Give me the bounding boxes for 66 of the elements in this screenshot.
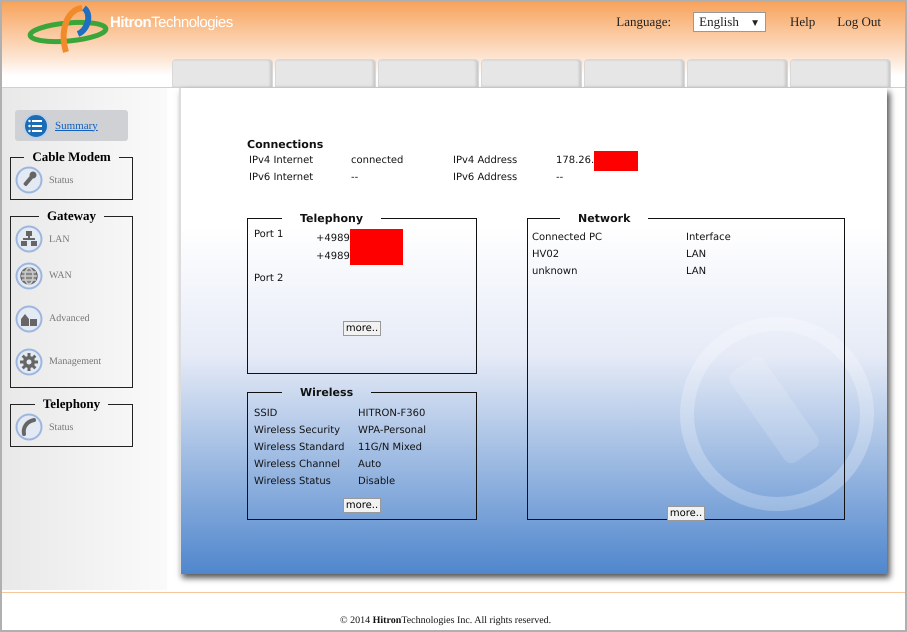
more-button[interactable]: more..: [342, 498, 382, 513]
field-label: Wireless Security: [254, 425, 342, 436]
language-label: Language:: [616, 14, 672, 30]
summary-item[interactable]: Summary: [15, 110, 128, 141]
language-dropdown[interactable]: English ▼: [693, 12, 766, 32]
phone-number: +4989: [316, 232, 350, 244]
field-label: IPv4 Address: [453, 155, 518, 166]
field-value: 178.26.: [556, 155, 594, 166]
group-title: Telephony: [42, 396, 102, 412]
house-icon: [15, 304, 43, 332]
menu-item[interactable]: Status: [15, 165, 128, 195]
menu-item[interactable]: Management: [15, 340, 128, 383]
field-value: connected: [351, 155, 404, 166]
panel-title: Network: [577, 212, 632, 225]
field-value: 11G/N Mixed: [358, 442, 422, 453]
tab[interactable]: [687, 59, 788, 87]
network-icon: [15, 225, 43, 253]
field-value: WPA-Personal: [358, 425, 426, 436]
port-label: Port 2: [254, 273, 284, 286]
field-value: --: [351, 172, 360, 183]
column-header: Interface: [686, 232, 732, 243]
logo-text: HitronTechnologies: [110, 14, 233, 31]
phone-number: +4989: [316, 250, 350, 262]
field-value: Auto: [358, 459, 382, 470]
copyright-text: © 2014 HitronTechnologies Inc. All rights reserved.: [340, 615, 552, 626]
group-title: Cable Modem: [31, 149, 112, 165]
redaction-block: [594, 150, 638, 170]
field-value: Disable: [358, 476, 396, 487]
menu-item[interactable]: LAN: [15, 224, 128, 254]
more-button[interactable]: more..: [342, 321, 382, 336]
field-value: --: [556, 172, 564, 183]
field-label: IPv6 Internet: [249, 172, 314, 183]
column-header: Connected PC: [532, 232, 604, 243]
menu-item[interactable]: Status: [15, 412, 128, 442]
table-cell-text: unknown: [532, 266, 578, 277]
field-label: Wireless Channel: [254, 459, 342, 470]
more-button[interactable]: more..: [666, 506, 706, 521]
table-cell-text: LAN: [686, 249, 708, 260]
globe-icon: [15, 262, 43, 290]
tab[interactable]: [275, 59, 376, 87]
tab[interactable]: [481, 59, 582, 87]
field-label: Wireless Status: [254, 476, 332, 487]
table-cell-text: HV02: [532, 249, 560, 260]
section-title: Connections: [247, 138, 324, 151]
phone-icon: [15, 413, 43, 441]
panel-title: Wireless: [299, 386, 354, 399]
table-cell-text: LAN: [686, 266, 708, 277]
tab[interactable]: [378, 59, 479, 87]
menu-item[interactable]: WAN: [15, 254, 128, 297]
tab[interactable]: [584, 59, 685, 87]
wrench-icon: [15, 166, 43, 194]
tab[interactable]: [790, 59, 891, 87]
tab[interactable]: [172, 59, 273, 87]
field-value: HITRON-F360: [358, 408, 426, 419]
menu-item[interactable]: Advanced: [15, 297, 128, 340]
header-link[interactable]: Help: [790, 14, 816, 30]
port-label: Port 1: [254, 229, 284, 242]
panel-title: Telephony: [299, 212, 364, 225]
field-label: IPv4 Internet: [249, 155, 314, 166]
list-icon: [23, 112, 49, 138]
field-label: SSID: [254, 408, 278, 419]
gear-icon: [15, 348, 43, 376]
header-link[interactable]: Log Out: [837, 14, 881, 30]
field-label: Wireless Standard: [254, 442, 346, 453]
field-label: IPv6 Address: [453, 172, 518, 183]
group-title: Gateway: [46, 208, 98, 224]
